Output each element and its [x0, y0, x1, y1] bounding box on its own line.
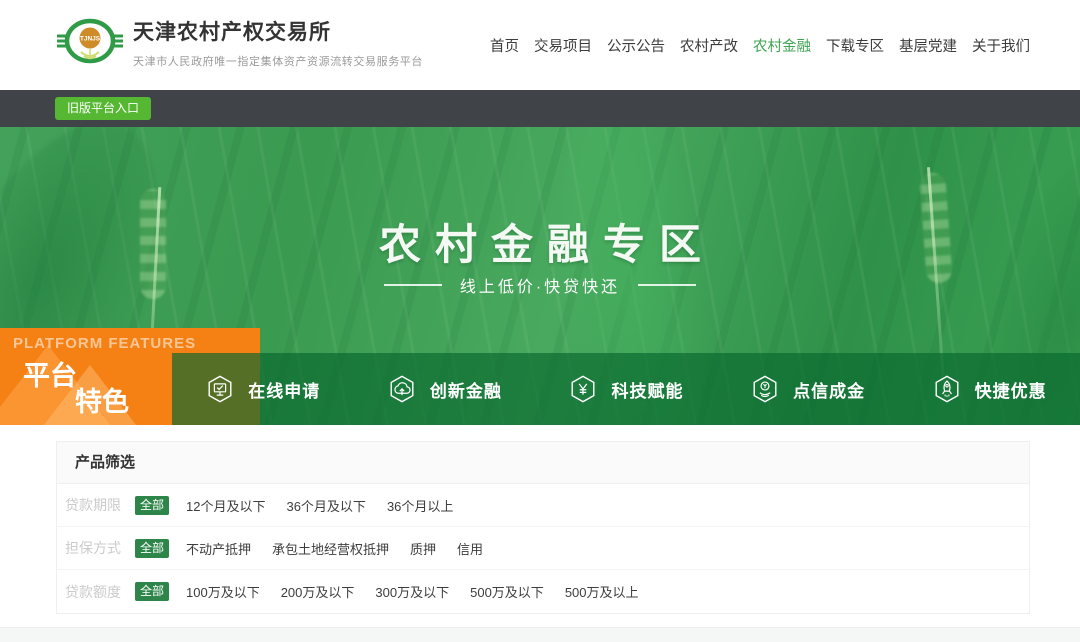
- filter-option[interactable]: 12个月及以下: [186, 496, 265, 515]
- filter-option[interactable]: 信用: [457, 539, 483, 558]
- filter-option[interactable]: 承包土地经营权抵押: [272, 539, 389, 558]
- brand-text: 天津农村产权交易所 天津市人民政府唯一指定集体资产资源流转交易服务平台: [133, 16, 423, 69]
- nav-item-announcements[interactable]: 公示公告: [607, 35, 665, 56]
- site-logo: TJNJS: [57, 13, 123, 71]
- nav-item-party-building[interactable]: 基层党建: [899, 35, 957, 56]
- filter-option[interactable]: 不动产抵押: [186, 539, 251, 558]
- features-eyebrow: PLATFORM FEATURES: [13, 335, 196, 352]
- filter-all-button[interactable]: 全部: [135, 539, 169, 558]
- feature-tab-label: 科技赋能: [611, 377, 683, 402]
- filter-options: 12个月及以下 36个月及以下 36个月以上: [186, 496, 453, 515]
- rocket-icon: [932, 374, 962, 404]
- hero-title: 农村金融专区: [0, 211, 1080, 272]
- hero-subtitle: 线上低价·快贷快还: [0, 273, 1080, 297]
- filter-option[interactable]: 36个月以上: [387, 496, 453, 515]
- logo-text: TJNJS: [80, 36, 101, 43]
- subtitle-left-rule: [384, 284, 442, 286]
- filter-options: 不动产抵押 承包土地经营权抵押 质押 信用: [186, 539, 483, 558]
- site-header: TJNJS 天津农村产权交易所 天津市人民政府唯一指定集体资产资源流转交易服务平…: [0, 0, 1080, 90]
- filter-row-guarantee-method: 担保方式 全部 不动产抵押 承包土地经营权抵押 质押 信用: [57, 527, 1029, 570]
- filter-row-label: 贷款期限: [65, 495, 121, 515]
- cloud-upload-icon: [387, 374, 417, 404]
- page: TJNJS 天津农村产权交易所 天津市人民政府唯一指定集体资产资源流转交易服务平…: [0, 0, 1080, 642]
- feature-tab-label: 点信成金: [793, 377, 865, 402]
- secondary-bar: 旧版平台入口: [0, 90, 1080, 127]
- feature-tab-tech-empower[interactable]: 科技赋能: [535, 353, 717, 425]
- monitor-check-icon: [205, 374, 235, 404]
- nav-item-rural-reform[interactable]: 农村产改: [680, 35, 738, 56]
- feature-tab-label: 快捷优惠: [975, 377, 1047, 402]
- filter-option[interactable]: 36个月及以下: [286, 496, 365, 515]
- site-title: 天津农村产权交易所: [133, 16, 423, 46]
- filter-row-loan-term: 贷款期限 全部 12个月及以下 36个月及以下 36个月以上: [57, 484, 1029, 527]
- filter-option[interactable]: 500万及以上: [565, 582, 639, 601]
- feature-tab-credit-to-gold[interactable]: 点信成金: [717, 353, 899, 425]
- brand: TJNJS 天津农村产权交易所 天津市人民政府唯一指定集体资产资源流转交易服务平…: [57, 13, 423, 71]
- product-filter-card: 产品筛选 贷款期限 全部 12个月及以下 36个月及以下 36个月以上 担保方式…: [56, 441, 1030, 614]
- nav-item-downloads[interactable]: 下载专区: [826, 35, 884, 56]
- filter-all-button[interactable]: 全部: [135, 496, 169, 515]
- filter-all-button[interactable]: 全部: [135, 582, 169, 601]
- feature-tab-label: 创新金融: [430, 377, 502, 402]
- yen-icon: [568, 374, 598, 404]
- site-subtitle: 天津市人民政府唯一指定集体资产资源流转交易服务平台: [133, 53, 423, 69]
- main-nav: 首页 交易项目 公示公告 农村产改 农村金融 下载专区 基层党建 关于我们: [490, 0, 1030, 90]
- filter-row-label: 贷款额度: [65, 582, 121, 602]
- filter-option[interactable]: 200万及以下: [281, 582, 355, 601]
- nav-item-trade-projects[interactable]: 交易项目: [534, 35, 592, 56]
- feature-tabbar: 在线申请 创新金融 科: [172, 353, 1080, 425]
- feature-tab-quick-discount[interactable]: 快捷优惠: [898, 353, 1080, 425]
- filter-option[interactable]: 质押: [410, 539, 436, 558]
- filter-row-loan-amount: 贷款额度 全部 100万及以下 200万及以下 300万及以下 500万及以下 …: [57, 570, 1029, 613]
- features-title-line2: 特色: [75, 380, 129, 419]
- feature-tab-online-apply[interactable]: 在线申请: [172, 353, 354, 425]
- filter-option[interactable]: 100万及以下: [186, 582, 260, 601]
- hero-banner: 农村金融专区 线上低价·快贷快还 PLATFORM FEATURES 平台 特色: [0, 127, 1080, 425]
- footer-strip: [0, 627, 1080, 642]
- filter-option[interactable]: 300万及以下: [375, 582, 449, 601]
- old-platform-entry-button[interactable]: 旧版平台入口: [55, 97, 151, 120]
- nav-item-home[interactable]: 首页: [490, 35, 519, 56]
- nav-item-rural-finance[interactable]: 农村金融: [753, 35, 811, 56]
- filter-card-title: 产品筛选: [57, 442, 1029, 484]
- subtitle-right-rule: [638, 284, 696, 286]
- features-title-line1: 平台: [23, 354, 77, 393]
- hero-subtitle-text: 线上低价·快贷快还: [460, 273, 620, 297]
- nav-item-about-us[interactable]: 关于我们: [972, 35, 1030, 56]
- coin-hand-icon: [750, 374, 780, 404]
- filter-row-label: 担保方式: [65, 538, 121, 558]
- filter-options: 100万及以下 200万及以下 300万及以下 500万及以下 500万及以上: [186, 582, 639, 601]
- feature-tab-innovative-finance[interactable]: 创新金融: [354, 353, 536, 425]
- feature-tab-label: 在线申请: [248, 377, 320, 402]
- filter-option[interactable]: 500万及以下: [470, 582, 544, 601]
